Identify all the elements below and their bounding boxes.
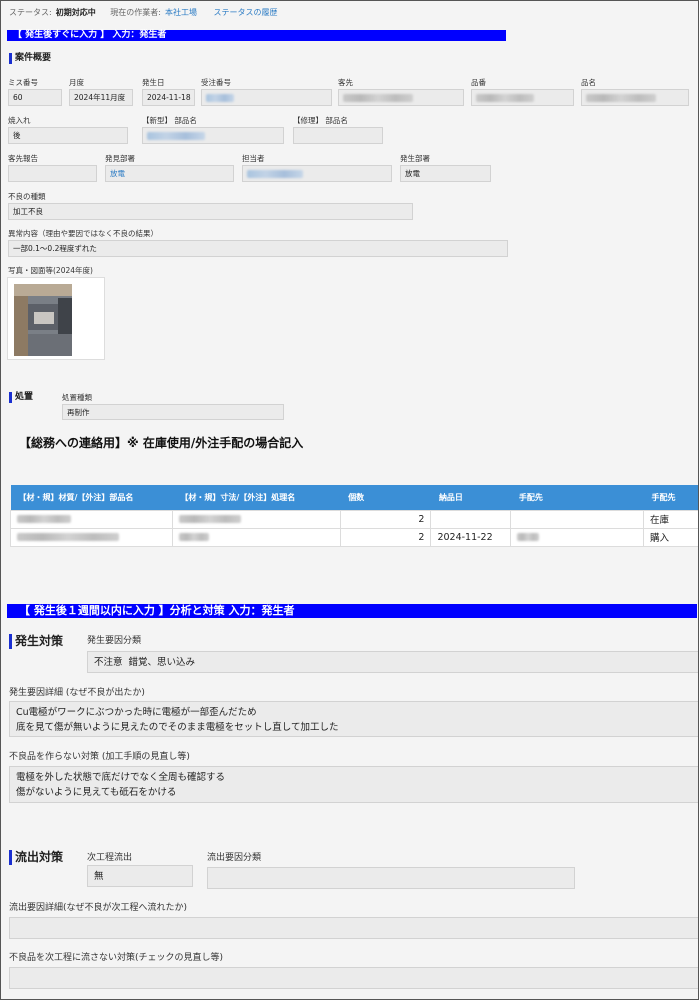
found-dept-field[interactable]: 放電 [105, 165, 234, 182]
origin-dept-field[interactable]: 放電 [400, 165, 491, 182]
new-part-field[interactable] [142, 127, 284, 144]
cause-class-field[interactable]: 不注意 錯覚、思い込み [87, 651, 698, 673]
cell-material [10, 527, 173, 547]
cause-detail-label: 発生要因詳細 (なぜ不良が出たか) [9, 688, 145, 698]
cell-supplier [510, 509, 645, 529]
form-page: ステータス: 初期対応中 現在の作業者: 本社工場 ステータスの履歴 【 発生後すぐ… [0, 0, 699, 1000]
photo-thumbnail[interactable] [7, 277, 105, 360]
redacted-text [17, 533, 119, 541]
redacted-text [247, 170, 303, 178]
outflow-prevent-label: 不良品を次工程に流さない対策(チェックの見直し等) [9, 953, 224, 963]
part-no-label: 品番 [471, 78, 486, 87]
cell-delivery: 2024-11-22 [430, 527, 512, 547]
defect-type-label: 不良の種類 [8, 192, 46, 201]
contact-headline: 【総務への連絡用】※ 在庫使用/外注手配の場合記入 [19, 436, 304, 450]
cell-arrangement: 在庫 [643, 509, 698, 529]
table-row: 2 2024-11-22 購入 [10, 527, 698, 547]
next-process-label: 次工程流出 [87, 853, 133, 863]
cell-qty: 2 [339, 527, 432, 547]
customer-report-field[interactable] [8, 165, 97, 182]
section-title-occurrence: 発生対策 [9, 634, 63, 649]
redacted-text [206, 94, 234, 102]
status-history-link[interactable]: ステータスの履歴 [214, 8, 278, 17]
origin-dept-label: 発生部署 [400, 154, 430, 163]
redacted-text [17, 515, 71, 523]
repair-part-label: 【修理】 部品名 [293, 116, 348, 125]
redacted-text [476, 94, 534, 102]
person-field[interactable] [242, 165, 392, 182]
cause-detail-field[interactable]: Cu電極がワークにぶつかった時に電極が一部歪んだため 底を見て傷が無いように見え… [9, 701, 698, 737]
outflow-class-label: 流出要因分類 [207, 853, 262, 863]
col-header-arrangement: 手配先 [643, 485, 698, 510]
defect-type-field[interactable]: 加工不良 [8, 203, 413, 220]
part-no-field[interactable] [471, 89, 574, 106]
prevent-field[interactable]: 電極を外した状態で底だけでなく全周も確認する 傷がないように見えても砥石をかける [9, 766, 698, 803]
person-label: 担当者 [242, 154, 265, 163]
disposal-type-label: 処置種類 [62, 393, 92, 402]
outflow-class-field[interactable] [207, 867, 575, 889]
input-banner-immediate: 【 発生後すぐに入力 】 入力：発生者 [7, 30, 506, 41]
col-header-size: 【材・規】寸法/【外注】処理名 [172, 485, 341, 510]
col-header-material: 【材・規】材質/【外注】部品名 [10, 485, 173, 510]
outflow-detail-field[interactable] [9, 917, 698, 939]
status-value: 初期対応中 [55, 8, 96, 17]
date-field[interactable]: 2024-11-18 [142, 89, 195, 106]
part-name-label: 品名 [581, 78, 596, 87]
disposal-type-field[interactable]: 再制作 [62, 404, 284, 420]
col-header-delivery: 納品日 [430, 485, 511, 510]
miss-no-field[interactable]: 60 [8, 89, 62, 106]
outflow-detail-label: 流出要因詳細(なぜ不良が次工程へ流れたか) [9, 903, 188, 913]
redacted-text [147, 132, 205, 140]
customer-report-label: 客先報告 [8, 154, 38, 163]
cell-delivery [430, 509, 512, 529]
redacted-text [586, 94, 656, 102]
cell-supplier [510, 527, 645, 547]
cell-size [171, 509, 341, 529]
cell-arrangement: 購入 [643, 527, 698, 547]
cause-class-label: 発生要因分類 [87, 636, 142, 646]
input-banner-week: 【 発生後１週間以内に入力 】分析と対策 入力：発生者 [7, 604, 697, 618]
outflow-prevent-field[interactable] [9, 967, 698, 989]
photo-label: 写真・図面等(2024年度) [8, 266, 93, 275]
found-dept-label: 発見部署 [105, 154, 135, 163]
redacted-text [343, 94, 413, 102]
prevent-label: 不良品を作らない対策 (加工手順の見直し等) [9, 752, 190, 762]
photo-image [14, 284, 72, 356]
new-part-label: 【新型】 部品名 [142, 116, 197, 125]
cell-material [10, 509, 173, 529]
worker-link[interactable]: 本社工場 [165, 8, 197, 17]
status-bar: ステータス: 初期対応中 現在の作業者: 本社工場 ステータスの履歴 [9, 7, 278, 18]
abnormal-label: 異常内容（理由や要因ではなく不良の結果） [8, 229, 158, 238]
order-no-label: 受注番号 [201, 78, 231, 87]
yakiire-field[interactable]: 後 [8, 127, 128, 144]
redacted-text [178, 533, 209, 541]
section-title-outflow: 流出対策 [9, 850, 63, 865]
abnormal-field[interactable]: 一部0.1～0.2程度ずれた [8, 240, 508, 257]
month-field[interactable]: 2024年11月度 [69, 89, 133, 106]
next-process-field[interactable]: 無 [87, 865, 193, 887]
month-label: 月度 [69, 78, 84, 87]
table-row: 2 在庫 [10, 509, 698, 529]
col-header-qty: 個数 [340, 485, 431, 510]
table-header-row: 【材・規】材質/【外注】部品名 【材・規】寸法/【外注】処理名 個数 納品日 手… [10, 485, 698, 510]
section-title-overview: 案件概要 [9, 53, 51, 64]
customer-field[interactable] [338, 89, 464, 106]
materials-table: 【材・規】材質/【外注】部品名 【材・規】寸法/【外注】処理名 個数 納品日 手… [10, 485, 698, 547]
yakiire-label: 焼入れ [8, 116, 31, 125]
miss-no-label: ミス番号 [8, 78, 38, 87]
date-label: 発生日 [142, 78, 165, 87]
redacted-text [517, 533, 540, 541]
customer-label: 客先 [338, 78, 353, 87]
status-label: ステータス: [9, 8, 52, 17]
section-title-disposal: 処置 [9, 392, 33, 403]
redacted-text [178, 515, 241, 523]
order-no-field[interactable] [201, 89, 332, 106]
cell-size [171, 527, 341, 547]
col-header-supplier: 手配先 [510, 485, 644, 510]
worker-label: 現在の作業者: [110, 8, 161, 17]
part-name-field[interactable] [581, 89, 689, 106]
repair-part-field[interactable] [293, 127, 383, 144]
cell-qty: 2 [339, 509, 432, 529]
